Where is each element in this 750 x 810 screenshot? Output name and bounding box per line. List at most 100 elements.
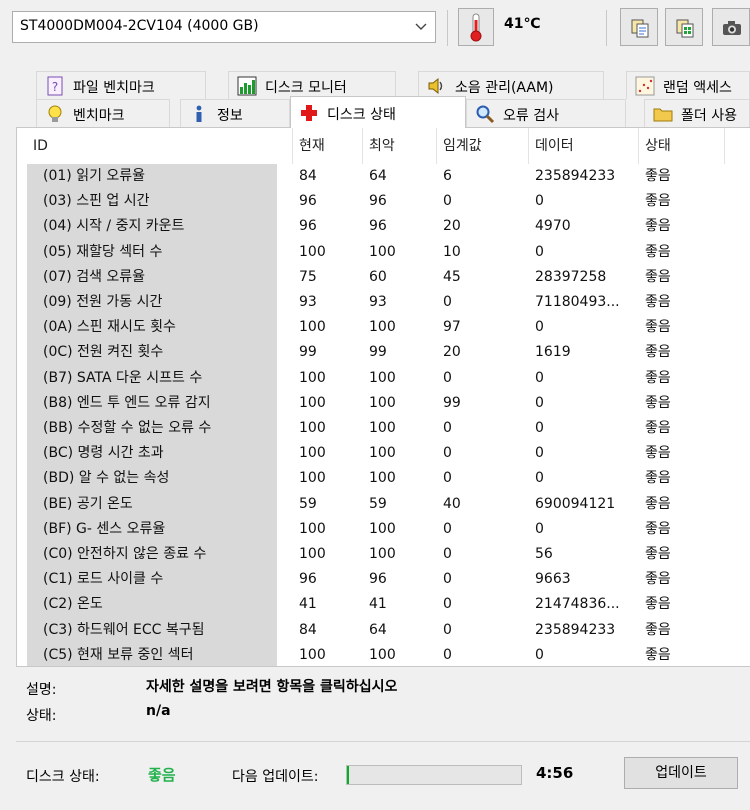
table-row[interactable]: (C2) 온도 41 41 0 21474836... 좋음	[17, 592, 750, 617]
cell-current: 96	[299, 218, 317, 235]
table-row[interactable]: (09) 전원 가동 시간 93 93 0 71180493... 좋음	[17, 290, 750, 315]
cell-current: 100	[299, 546, 326, 562]
column-header-status[interactable]: 상태	[639, 128, 725, 164]
cell-threshold: 0	[443, 369, 452, 386]
cell-id: (C0) 안전하지 않은 종료 수	[43, 546, 207, 562]
cell-current: 99	[299, 344, 317, 361]
cell-current: 100	[299, 394, 326, 411]
cell-threshold: 10	[443, 243, 461, 260]
table-row[interactable]: (C0) 안전하지 않은 종료 수 100 100 0 56 좋음	[17, 542, 750, 567]
tab-info[interactable]: 정보	[180, 99, 290, 127]
cell-threshold: 45	[443, 268, 461, 285]
disk-status-label: 디스크 상태:	[26, 769, 100, 785]
cell-id: (05) 재할당 섹터 수	[43, 243, 163, 260]
cell-data: 28397258	[535, 268, 607, 285]
cell-id: (BD) 알 수 없는 속성	[43, 470, 170, 487]
cell-worst: 64	[369, 621, 387, 638]
table-row[interactable]: (BC) 명령 시간 초과 100 100 0 0 좋음	[17, 441, 750, 466]
cell-status: 좋음	[645, 520, 671, 537]
column-header-current[interactable]: 현재	[293, 128, 363, 164]
tab-disk-monitor[interactable]: 디스크 모니터	[228, 71, 396, 99]
tab-random-access[interactable]: 랜덤 액세스	[626, 71, 750, 99]
cell-status: 좋음	[645, 168, 671, 184]
cell-data: 0	[535, 646, 544, 663]
update-button[interactable]: 업데이트	[624, 757, 738, 789]
cell-threshold: 0	[443, 445, 452, 462]
toolbar-separator	[447, 10, 448, 46]
cell-data: 0	[535, 420, 544, 436]
cell-threshold: 20	[443, 218, 461, 235]
cell-worst: 100	[369, 520, 396, 537]
table-row[interactable]: (B8) 엔드 투 엔드 오류 감지 100 100 99 0 좋음	[17, 391, 750, 416]
tab-folder-usage[interactable]: 폴더 사용	[644, 99, 750, 127]
tab-label: 벤치마크	[73, 108, 125, 124]
cell-id: (BF) G- 센스 오류율	[43, 520, 166, 537]
tab-label: 랜덤 액세스	[663, 80, 732, 96]
table-row[interactable]: (07) 검색 오류율 75 60 45 28397258 좋음	[17, 265, 750, 290]
cell-data: 21474836...	[535, 596, 620, 613]
cell-status: 좋음	[645, 243, 671, 260]
tab-file-benchmark[interactable]: ? 파일 벤치마크	[36, 71, 206, 99]
copy-button[interactable]	[620, 8, 658, 46]
thermometer-icon	[470, 13, 482, 42]
cell-id: (0C) 전원 켜진 횟수	[43, 344, 164, 361]
table-row[interactable]: (05) 재할당 섹터 수 100 100 10 0 좋음	[17, 240, 750, 265]
temperature-value: 41℃	[504, 16, 541, 32]
table-row[interactable]: (B7) SATA 다운 시프트 수 100 100 0 0 좋음	[17, 366, 750, 391]
cell-data: 0	[535, 319, 544, 336]
cell-current: 96	[299, 193, 317, 210]
tab-label: 소음 관리(AAM)	[455, 80, 554, 96]
tab-error-scan[interactable]: 오류 검사	[466, 99, 626, 127]
cell-id: (C5) 현재 보류 중인 섹터	[43, 646, 194, 663]
tab-benchmark[interactable]: 벤치마크	[36, 99, 170, 127]
copy-all-button[interactable]	[665, 8, 703, 46]
table-row[interactable]: (03) 스핀 업 시간 96 96 0 0 좋음	[17, 189, 750, 214]
cell-threshold: 40	[443, 495, 461, 512]
red-cross-icon	[301, 105, 317, 121]
table-row[interactable]: (BD) 알 수 없는 속성 100 100 0 0 좋음	[17, 466, 750, 491]
table-row[interactable]: (04) 시작 / 중지 카운트 96 96 20 4970 좋음	[17, 214, 750, 239]
cell-worst: 64	[369, 168, 387, 184]
cell-current: 100	[299, 319, 326, 336]
file-benchmark-icon: ?	[47, 76, 63, 96]
drive-select[interactable]: ST4000DM004-2CV104 (4000 GB)	[12, 11, 436, 43]
column-header-worst[interactable]: 최악	[363, 128, 437, 164]
table-row[interactable]: (0A) 스핀 재시도 횟수 100 100 97 0 좋음	[17, 315, 750, 340]
table-row[interactable]: (BE) 공기 온도 59 59 40 690094121 좋음	[17, 492, 750, 517]
column-header-data[interactable]: 데이터	[529, 128, 639, 164]
cell-data: 56	[535, 546, 553, 562]
table-row[interactable]: (C5) 현재 보류 중인 섹터 100 100 0 0 좋음	[17, 643, 750, 666]
cell-threshold: 0	[443, 571, 452, 588]
tab-label: 디스크 모니터	[265, 80, 347, 96]
cell-threshold: 20	[443, 344, 461, 361]
copy-icon	[631, 19, 649, 38]
lightbulb-icon	[48, 105, 62, 122]
cell-worst: 99	[369, 344, 387, 361]
description-label: 설명:	[26, 682, 57, 698]
column-header-id[interactable]: ID	[27, 128, 293, 164]
table-row[interactable]: (BF) G- 센스 오류율 100 100 0 0 좋음	[17, 517, 750, 542]
cell-worst: 96	[369, 193, 387, 210]
cell-current: 75	[299, 268, 317, 285]
tab-noise-management[interactable]: 소음 관리(AAM)	[418, 71, 604, 99]
attribute-status-value: n/a	[146, 703, 171, 719]
temperature-button[interactable]	[458, 8, 494, 46]
cell-threshold: 0	[443, 546, 452, 562]
folder-icon	[653, 108, 673, 122]
table-row[interactable]: (01) 읽기 오류율 84 64 6 235894233 좋음	[17, 164, 750, 189]
cell-id: (03) 스핀 업 시간	[43, 193, 150, 210]
screenshot-button[interactable]	[712, 8, 750, 46]
cell-threshold: 97	[443, 319, 461, 336]
next-update-label: 다음 업데이트:	[232, 769, 319, 785]
svg-text:?: ?	[52, 80, 58, 94]
table-row[interactable]: (BB) 수정할 수 없는 오류 수 100 100 0 0 좋음	[17, 416, 750, 441]
column-header-threshold[interactable]: 임계값	[437, 128, 529, 164]
chevron-down-icon	[415, 23, 427, 30]
cell-threshold: 0	[443, 621, 452, 638]
tab-disk-status[interactable]: 디스크 상태	[290, 96, 466, 128]
cell-worst: 41	[369, 596, 387, 613]
cell-data: 0	[535, 520, 544, 537]
table-row[interactable]: (C1) 로드 사이클 수 96 96 0 9663 좋음	[17, 567, 750, 592]
table-row[interactable]: (C3) 하드웨어 ECC 복구됨 84 64 0 235894233 좋음	[17, 618, 750, 643]
table-row[interactable]: (0C) 전원 켜진 횟수 99 99 20 1619 좋음	[17, 340, 750, 365]
